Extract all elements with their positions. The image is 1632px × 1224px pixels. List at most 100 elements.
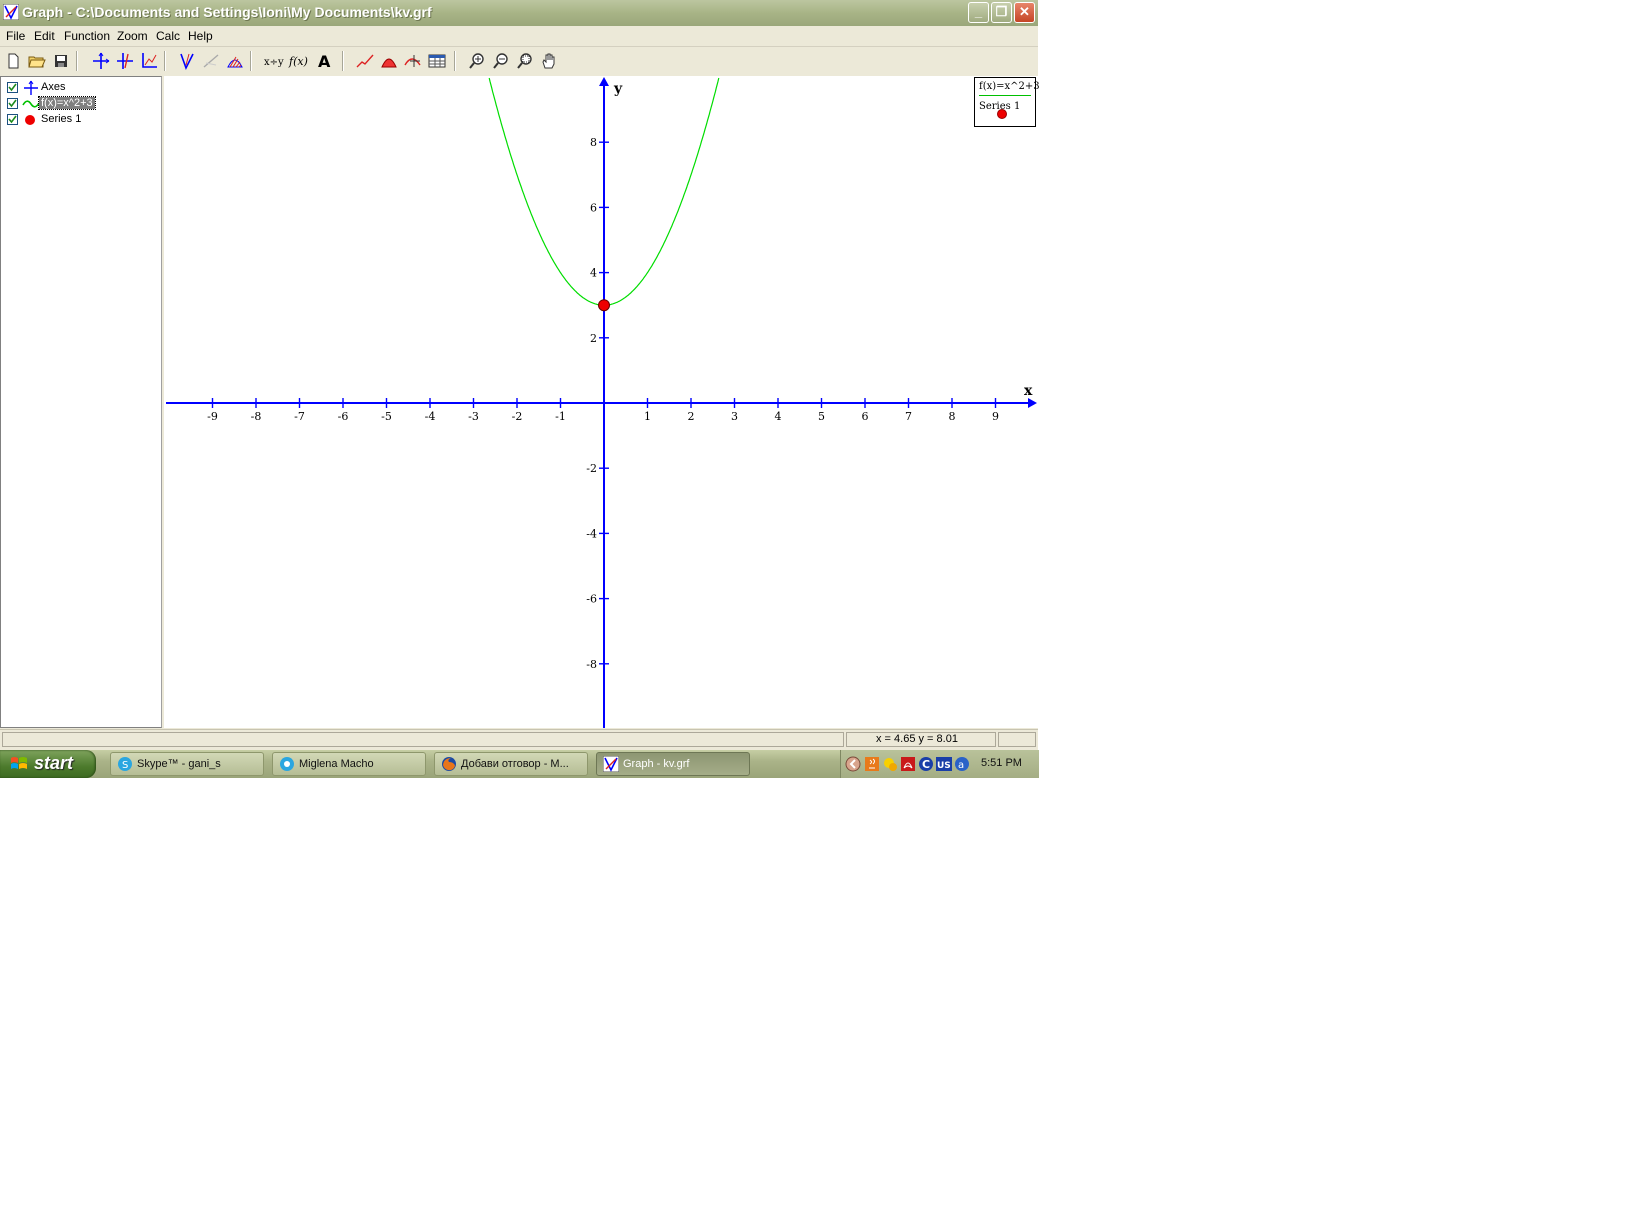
function-fx-icon[interactable]: f(x): [288, 51, 310, 71]
hand-pan-icon[interactable]: [538, 51, 560, 71]
check-icon: [8, 115, 17, 124]
axes-insert-icon[interactable]: [114, 51, 136, 71]
close-button[interactable]: ✕: [1014, 2, 1035, 23]
menu-help[interactable]: Help: [188, 29, 213, 43]
series-checkbox[interactable]: [7, 114, 18, 125]
tangent-icon[interactable]: [200, 51, 222, 71]
area-icon[interactable]: [378, 51, 400, 71]
axes: [166, 77, 1037, 728]
tray-arrow-icon[interactable]: [845, 756, 861, 772]
task-firefox[interactable]: Добави отговор - M...: [434, 752, 588, 776]
y-tick-label: 2: [590, 332, 597, 345]
graph-window: Graph - C:\Documents and Settings\Ioni\M…: [0, 0, 1040, 778]
menu-function[interactable]: Function: [64, 29, 110, 43]
firefox-icon: [442, 757, 456, 771]
x-tick-label: 5: [818, 410, 825, 423]
toolbar-separator: [76, 51, 78, 71]
x-tick-label: 7: [905, 410, 912, 423]
task-graph[interactable]: Graph - kv.grf: [596, 752, 750, 776]
x-tick-label: 8: [949, 410, 956, 423]
start-button[interactable]: start: [0, 750, 96, 778]
plot-svg[interactable]: -9 -8 -7 -6 -5 -4 -3 -2 -1 1 2 3 4 5 6 7 8 98642-2-4-6-8 …: [164, 76, 1038, 728]
y-axis-label: y: [613, 81, 623, 97]
insert-function-icon[interactable]: [176, 51, 198, 71]
zoom-in-icon[interactable]: [466, 51, 488, 71]
task-skype-chat[interactable]: Miglena Macho: [272, 752, 426, 776]
table-icon[interactable]: [426, 51, 448, 71]
x-tick-label: -8: [251, 410, 262, 423]
series-points[interactable]: [598, 299, 610, 312]
trendline-icon[interactable]: [354, 51, 376, 71]
maximize-button[interactable]: ❐: [991, 2, 1012, 23]
status-bar: x = 4.65 y = 8.01: [0, 729, 1038, 750]
evaluate-icon[interactable]: [402, 51, 424, 71]
graph-canvas[interactable]: -9 -8 -7 -6 -5 -4 -3 -2 -1 1 2 3 4 5 6 7 8 9 8 6 4 2 -2 -4 -6 -8 …: [164, 76, 1038, 728]
toolbar-separator: [164, 51, 166, 71]
x-tick-label: -5: [381, 410, 392, 423]
green-curve-icon: [22, 100, 40, 108]
y-tick-label: -2: [586, 462, 597, 475]
graph-app-icon: [603, 756, 619, 772]
minimize-button[interactable]: _: [968, 2, 989, 23]
svg-text:x÷y: x÷y: [264, 57, 284, 68]
point-series-icon[interactable]: x÷y: [262, 51, 284, 71]
menu-edit[interactable]: Edit: [34, 29, 55, 43]
y-tick-label: -6: [586, 593, 597, 606]
axes-icon[interactable]: [90, 51, 112, 71]
menu-calc[interactable]: Calc: [156, 29, 180, 43]
java-icon[interactable]: [864, 756, 880, 772]
status-panel-extra: [998, 732, 1036, 747]
x-tick-label: -2: [512, 410, 523, 423]
text-label-icon[interactable]: A: [314, 51, 336, 71]
open-folder-icon[interactable]: [26, 51, 48, 71]
x-tick-label: -7: [294, 410, 305, 423]
messenger-icon[interactable]: [882, 756, 898, 772]
x-tick-label: -6: [338, 410, 349, 423]
skype-chat-icon: [280, 757, 294, 771]
save-icon[interactable]: [50, 51, 72, 71]
y-axis-arrow: [599, 77, 609, 86]
coordinate-system-icon[interactable]: [138, 51, 160, 71]
check-icon: [8, 83, 17, 92]
toolbar-separator: [454, 51, 456, 71]
series-point[interactable]: [598, 299, 610, 312]
windows-logo-icon: [11, 757, 27, 769]
y-tick-label: -8: [586, 658, 597, 671]
x-tick-label: 2: [688, 410, 695, 423]
skype-icon: S: [118, 757, 132, 771]
svg-text:a: a: [958, 760, 964, 771]
menu-zoom[interactable]: Zoom: [117, 29, 148, 43]
shading-icon[interactable]: [224, 51, 246, 71]
cursor-coordinates: x = 4.65 y = 8.01: [876, 733, 958, 745]
c-icon[interactable]: C: [918, 756, 934, 772]
function-tree-panel: Axes f(x)=x^2+3 Series 1: [0, 76, 162, 728]
axes-icon: [24, 80, 38, 95]
status-panel-main: [2, 732, 844, 747]
title-bar[interactable]: Graph - C:\Documents and Settings\Ioni\M…: [0, 0, 1038, 26]
y-tick-label: -4: [586, 527, 597, 540]
legend[interactable]: f(x)=x^2+3 Series 1: [974, 77, 1040, 127]
axes-checkbox[interactable]: [7, 82, 18, 93]
agent-icon[interactable]: a: [954, 756, 970, 772]
tree-item-axes[interactable]: Axes: [5, 80, 155, 96]
task-skype[interactable]: S Skype™ - gani_s: [110, 752, 264, 776]
function-checkbox[interactable]: [7, 98, 18, 109]
check-icon: [8, 99, 17, 108]
menu-file[interactable]: File: [6, 29, 25, 43]
toolbar-separator: [342, 51, 344, 71]
tree-label-axes: Axes: [41, 81, 66, 93]
zoom-square-icon[interactable]: [514, 51, 536, 71]
svg-text:A: A: [318, 52, 331, 71]
x-tick-label: 4: [775, 410, 782, 423]
tree-label-series: Series 1: [41, 113, 82, 125]
language-us-icon[interactable]: US: [936, 756, 952, 772]
acrobat-icon[interactable]: [900, 756, 916, 772]
tree-item-series[interactable]: Series 1: [5, 112, 155, 128]
zoom-out-icon[interactable]: [490, 51, 512, 71]
toolbar: x÷y f(x) A: [0, 47, 1038, 75]
task-label: Skype™ - gani_s: [137, 758, 221, 770]
new-file-icon[interactable]: [2, 51, 24, 71]
start-label: start: [34, 753, 74, 773]
tree-item-function[interactable]: f(x)=x^2+3: [5, 96, 155, 112]
x-tick-label: 1: [644, 410, 651, 423]
